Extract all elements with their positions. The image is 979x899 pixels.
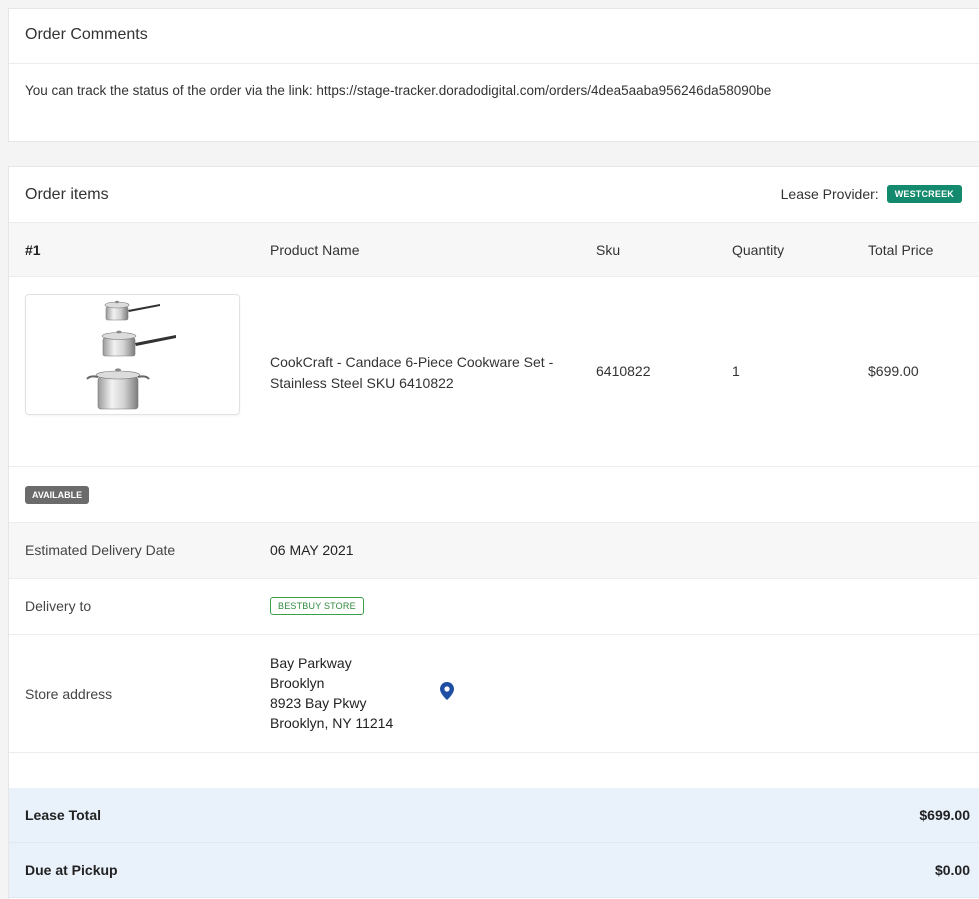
due-at-pickup-value: $0.00 bbox=[934, 862, 970, 878]
due-at-pickup-row: Due at Pickup $0.00 bbox=[9, 843, 979, 898]
order-items-title: Order items bbox=[25, 186, 109, 203]
divider bbox=[9, 63, 979, 64]
delivery-to-badge: BESTBUY STORE bbox=[270, 597, 364, 615]
column-header-sku: Sku bbox=[596, 242, 621, 258]
items-table-header: #1 Product Name Sku Quantity Total Price bbox=[9, 222, 979, 277]
store-address-line: Brooklyn bbox=[270, 675, 325, 691]
estimated-delivery-label: Estimated Delivery Date bbox=[25, 542, 176, 558]
lease-provider: Lease Provider: WESTCREEK bbox=[781, 185, 962, 203]
due-at-pickup-label: Due at Pickup bbox=[25, 862, 118, 878]
product-sku: 6410822 bbox=[596, 363, 651, 379]
lease-total-label: Lease Total bbox=[25, 807, 101, 823]
store-address-line: 8923 Bay Pkwy bbox=[270, 695, 367, 711]
product-name: CookCraft - Candace 6-Piece Cookware Set… bbox=[270, 354, 554, 391]
order-items-card: Order items Lease Provider: WESTCREEK #1… bbox=[8, 166, 979, 899]
column-header-product-name: Product Name bbox=[270, 242, 360, 258]
order-comments-card: Order Comments You can track the status … bbox=[8, 8, 979, 142]
delivery-to-row: Delivery to BESTBUY STORE bbox=[9, 579, 979, 635]
column-header-number: #1 bbox=[25, 242, 41, 258]
estimated-delivery-row: Estimated Delivery Date 06 MAY 2021 bbox=[9, 523, 979, 579]
product-quantity: 1 bbox=[732, 363, 740, 379]
store-address: Bay Parkway Brooklyn 8923 Bay Pkwy Brook… bbox=[270, 653, 393, 733]
store-address-label: Store address bbox=[25, 686, 113, 702]
lease-provider-label: Lease Provider: bbox=[780, 186, 879, 202]
order-items-header: Order items Lease Provider: WESTCREEK bbox=[9, 167, 979, 222]
lease-total-value: $699.00 bbox=[919, 807, 970, 823]
column-header-quantity: Quantity bbox=[732, 242, 785, 258]
column-header-total-price: Total Price bbox=[868, 242, 934, 258]
availability-row: AVAILABLE bbox=[9, 467, 979, 523]
store-address-line: Bay Parkway bbox=[270, 655, 352, 671]
estimated-delivery-value: 06 MAY 2021 bbox=[270, 542, 354, 558]
delivery-to-label: Delivery to bbox=[25, 598, 92, 614]
product-total-price: $699.00 bbox=[868, 363, 919, 379]
order-comment-text: You can track the status of the order vi… bbox=[25, 83, 772, 98]
lease-provider-badge: WESTCREEK bbox=[886, 185, 962, 203]
store-address-line: Brooklyn, NY 11214 bbox=[270, 715, 394, 731]
cookware-set-image bbox=[25, 294, 240, 415]
order-comments-title: Order Comments bbox=[25, 26, 148, 43]
table-row: CookCraft - Candace 6-Piece Cookware Set… bbox=[9, 277, 979, 467]
map-pin-icon[interactable] bbox=[440, 682, 454, 700]
lease-total-row: Lease Total $699.00 bbox=[9, 788, 979, 843]
store-address-row: Store address Bay Parkway Brooklyn 8923 … bbox=[9, 635, 979, 753]
status-badge: AVAILABLE bbox=[25, 486, 90, 504]
